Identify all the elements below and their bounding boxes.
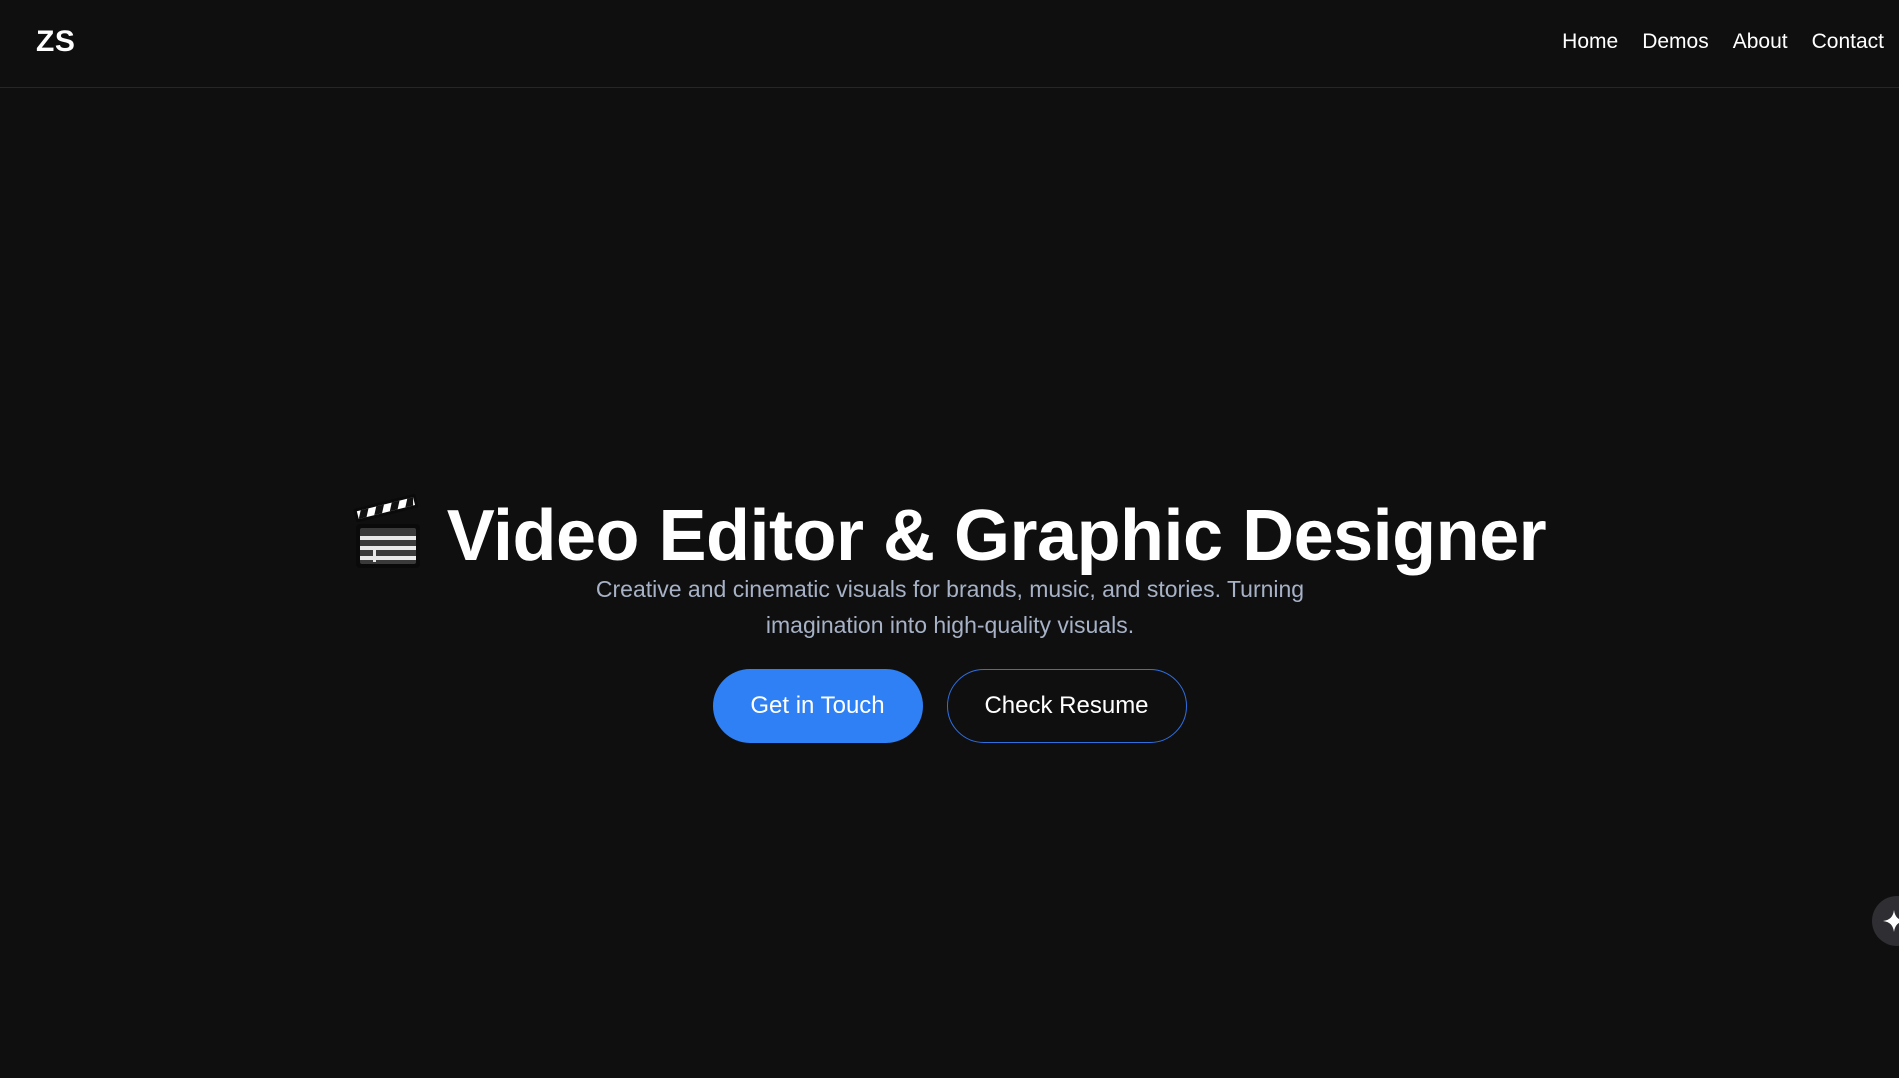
- hero-title-text: Video Editor & Graphic Designer: [446, 496, 1547, 577]
- hero-title: Video Editor & Graphic Designer: [0, 491, 1899, 581]
- nav-link-home[interactable]: Home: [1562, 28, 1618, 56]
- nav-links: Home Demos About Contact: [1562, 28, 1884, 56]
- sparkle-icon: [1883, 910, 1899, 932]
- check-resume-button[interactable]: Check Resume: [946, 669, 1187, 743]
- nav-link-about[interactable]: About: [1733, 28, 1788, 56]
- clapperboard-icon: [353, 494, 423, 570]
- nav-link-contact[interactable]: Contact: [1812, 28, 1884, 56]
- logo[interactable]: ZS: [36, 24, 75, 60]
- hero-buttons: Get in Touch Check Resume: [0, 669, 1899, 743]
- page: ZS Home Demos About Contact Video Editor…: [0, 0, 1899, 1078]
- nav-link-demos[interactable]: Demos: [1642, 28, 1709, 56]
- hero-subtitle: Creative and cinematic visuals for brand…: [595, 576, 1305, 638]
- hero-section: Video Editor & Graphic Designer Creative…: [0, 88, 1899, 1078]
- get-in-touch-button[interactable]: Get in Touch: [712, 669, 923, 743]
- navbar: ZS Home Demos About Contact: [0, 0, 1899, 88]
